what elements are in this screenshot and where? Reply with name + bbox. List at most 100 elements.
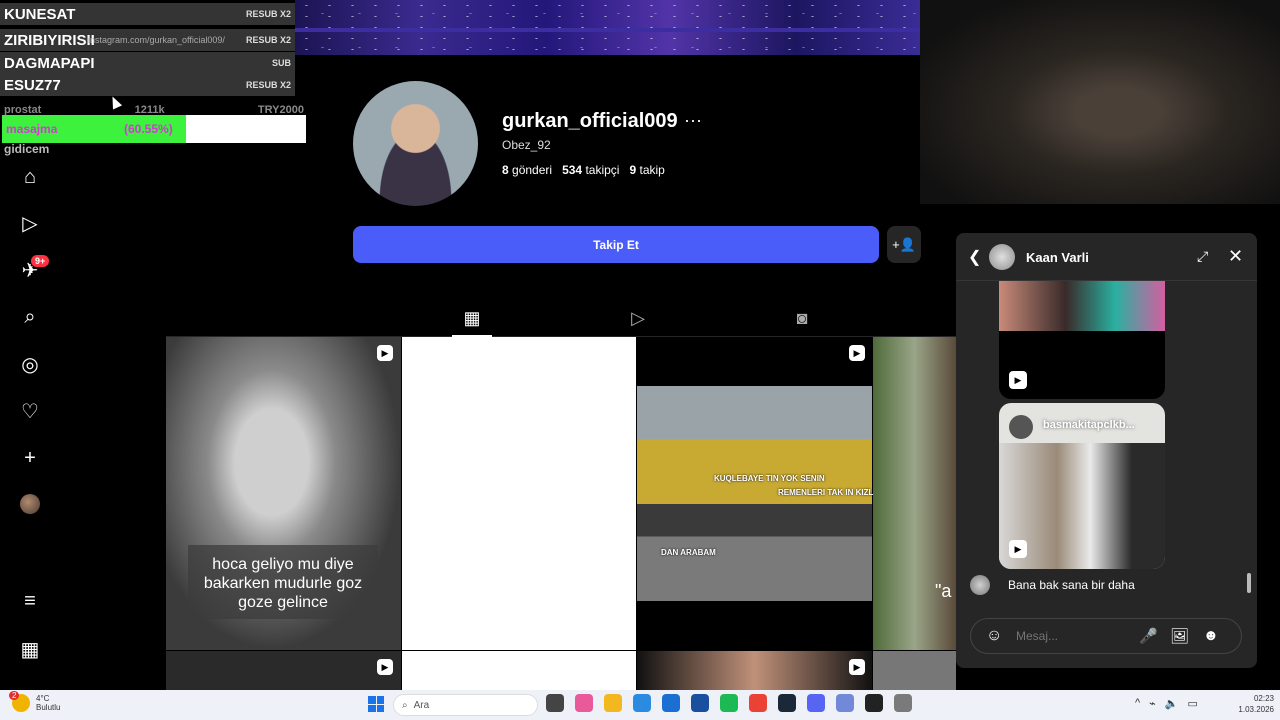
expand-icon[interactable]: ⤢ <box>1197 248 1208 265</box>
donation-goal-percent: (60.55%) <box>124 122 173 136</box>
stream-banner <box>295 0 920 55</box>
image-icon[interactable]: 🖼 <box>1170 627 1189 645</box>
profile-avatar[interactable] <box>20 494 40 514</box>
post-tile[interactable] <box>402 337 636 650</box>
taskbar-app-icon[interactable] <box>633 694 651 712</box>
reel-icon: ▶ <box>849 345 865 361</box>
chevron-up-icon[interactable]: ^ <box>1135 697 1140 710</box>
microphone-icon[interactable]: 🎤 <box>1139 627 1158 645</box>
posts-grid-icon[interactable]: ▦ <box>460 306 484 330</box>
overlay-row: KUNESAT RESUB X2 <box>0 3 295 25</box>
network-icon[interactable]: ⌁ <box>1149 697 1156 710</box>
taskbar-app-icon[interactable] <box>720 694 738 712</box>
scrollbar[interactable] <box>1247 573 1251 593</box>
post-tile[interactable]: "a <box>873 337 956 650</box>
taskbar-app-icon[interactable] <box>691 694 709 712</box>
notifications-icon[interactable]: ♡ <box>18 399 42 423</box>
shared-reel-thumbnail <box>999 281 1165 331</box>
shared-reel-message[interactable]: ▶ <box>999 281 1165 399</box>
followers-label: takipçi <box>585 163 620 177</box>
webcam-feed <box>920 0 1280 204</box>
stream-overlay: KUNESAT RESUB X2 ZIRIBIYIRISII instagram… <box>0 0 306 160</box>
shared-reel-message[interactable]: basmakitapclkb... ▶ <box>999 403 1165 569</box>
screen: { "overlay": { "rows": [ {"name": "KUNES… <box>0 0 1280 720</box>
suggested-users-icon[interactable]: +👤 <box>887 226 921 263</box>
follow-button[interactable]: Takip Et <box>353 226 879 263</box>
clock-date: 1.03.2026 <box>1238 705 1274 714</box>
tagged-icon[interactable]: ◙ <box>790 306 814 330</box>
start-button[interactable] <box>368 696 384 712</box>
reels-icon[interactable]: ▷ <box>18 211 42 235</box>
followers-count: 534 <box>562 163 583 177</box>
overlay-name: ESUZ77 <box>4 76 61 94</box>
profile-username: gurkan_official009 <box>502 110 678 132</box>
menu-icon[interactable]: ≡ <box>18 589 42 613</box>
clock[interactable]: 02:23 1.03.2026 <box>1236 693 1274 715</box>
reel-icon: ▶ <box>377 659 393 675</box>
taskbar-app-icon[interactable] <box>894 694 912 712</box>
post-overlay-text: DAN ARABAM <box>661 548 716 557</box>
contact-avatar[interactable] <box>989 244 1015 270</box>
taskbar-app-icon[interactable] <box>865 694 883 712</box>
post-tile[interactable]: ▶ <box>166 651 401 691</box>
followers-stat[interactable]: 534 takipçi <box>562 163 619 177</box>
posts-label: gönderi <box>512 163 553 177</box>
profile-stats: 8 gönderi 534 takipçi 9 takip <box>502 163 665 177</box>
close-icon[interactable]: ✕ <box>1228 246 1243 267</box>
overlay-name: DAGMAPAPI <box>4 54 95 72</box>
contact-name[interactable]: Kaan Varli <box>1026 250 1089 265</box>
more-options-icon[interactable]: ··· <box>684 110 702 131</box>
address-bar-url: instagram.com/gurkan_official009/ <box>88 35 225 45</box>
battery-icon[interactable]: ▭ <box>1188 697 1198 710</box>
sticker-icon[interactable]: ☻ <box>1203 627 1219 644</box>
message-input[interactable] <box>1016 629 1126 643</box>
posts-stat: 8 gönderi <box>502 163 552 177</box>
source-avatar <box>1009 415 1033 439</box>
profile-picture[interactable] <box>353 81 478 206</box>
post-overlay-text: KUQLEBAYE TIN YOK SENIN <box>714 474 825 483</box>
posts-count: 8 <box>502 163 509 177</box>
post-tile[interactable] <box>873 651 956 691</box>
following-label: takip <box>639 163 665 177</box>
weather-icon: 2 <box>9 691 30 712</box>
create-icon[interactable]: + <box>18 446 42 470</box>
following-stat[interactable]: 9 takip <box>629 163 664 177</box>
donation-goal-label: masajma <box>6 122 58 136</box>
taskbar-app-icon[interactable] <box>575 694 593 712</box>
explore-icon[interactable]: ◎ <box>18 352 42 376</box>
search-icon[interactable]: ⌕ <box>18 305 42 329</box>
weather-temperature: 4°C <box>36 694 50 703</box>
reel-icon: ▶ <box>1009 371 1027 389</box>
home-icon[interactable]: ⌂ <box>18 165 42 189</box>
taskbar-search[interactable]: ⌕ Ara <box>393 694 538 716</box>
taskbar-app-icon[interactable] <box>836 694 854 712</box>
weather-badge: 2 <box>9 691 20 700</box>
weather-condition: Bulutlu <box>36 703 61 712</box>
following-count: 9 <box>629 163 637 177</box>
reel-icon: ▶ <box>1009 540 1027 558</box>
donation-goal-bar: masajma (60.55%) <box>2 115 306 143</box>
overlay-name: ZIRIBIYIRISII <box>4 31 95 49</box>
sidebar-nav: ⌂ ▷ ✈ ⌕ ◎ ♡ + ≡ ▦ <box>0 160 60 690</box>
taskbar-app-icon[interactable] <box>662 694 680 712</box>
taskbar-app-icon[interactable] <box>546 694 564 712</box>
post-tile[interactable] <box>402 651 636 691</box>
taskbar-app-icon[interactable] <box>749 694 767 712</box>
weather-widget[interactable]: 2 4°C Bulutlu <box>9 691 61 712</box>
overlay-tag: RESUB X2 <box>245 80 291 90</box>
overlay-row: ESUZ77 RESUB X2 <box>0 74 295 96</box>
taskbar-app-icon[interactable] <box>604 694 622 712</box>
emoji-icon[interactable]: ☺ <box>986 627 1002 645</box>
shared-source-name: basmakitapclkb... <box>1043 419 1135 431</box>
back-icon[interactable]: ❮ <box>968 247 981 267</box>
taskbar-app-icon[interactable] <box>778 694 796 712</box>
reels-tab-icon[interactable]: ▷ <box>626 306 650 330</box>
search-icon: ⌕ <box>402 699 408 711</box>
reel-icon: ▶ <box>849 659 865 675</box>
post-tile[interactable]: ▶ <box>637 651 872 691</box>
taskbar-app-icon[interactable] <box>807 694 825 712</box>
apps-icon[interactable]: ▦ <box>18 637 42 661</box>
volume-icon[interactable]: 🔈 <box>1165 697 1179 710</box>
dm-header: ❮ Kaan Varli ⤢ ✕ <box>956 233 1257 281</box>
overlay-row: DAGMAPAPI SUB <box>0 52 295 74</box>
